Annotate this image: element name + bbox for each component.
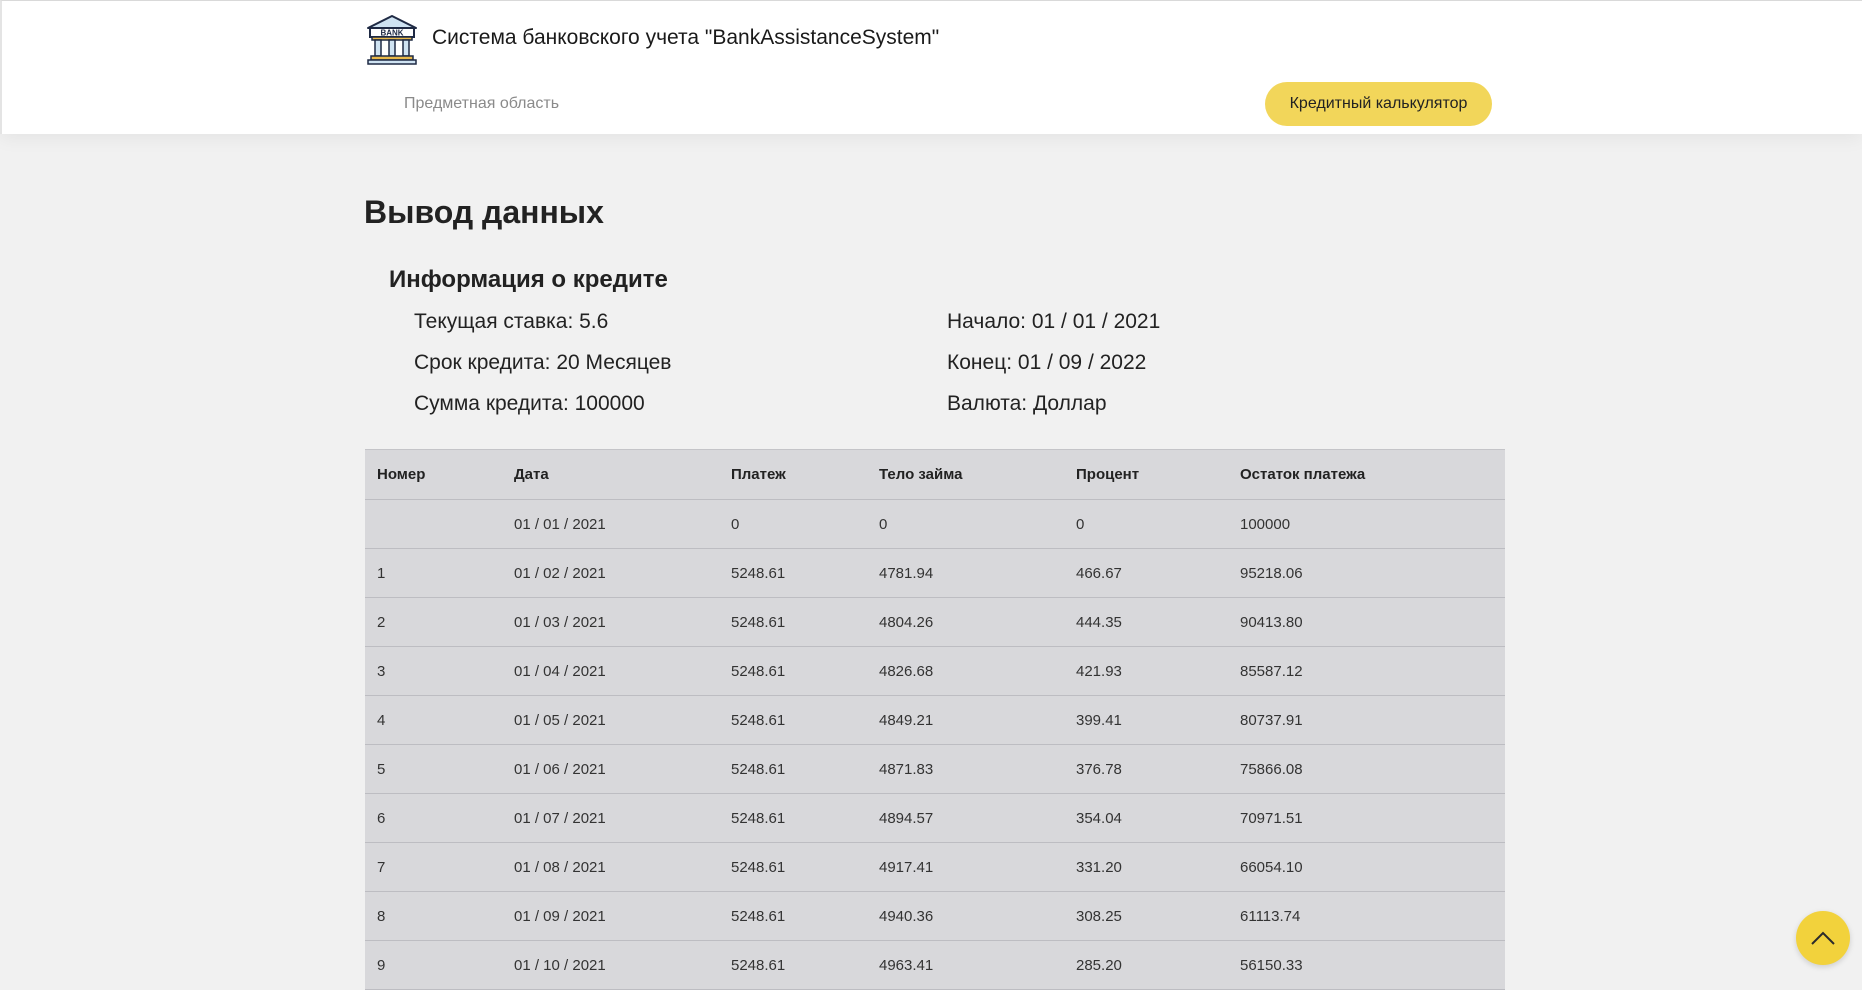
info-end: Конец: 01 / 09 / 2022 [947,351,1147,374]
header-number: Номер [365,449,502,500]
cell-remaining: 80737.91 [1228,695,1505,745]
table-row: 5 01 / 06 / 2021 5248.61 4871.83 376.78 75866… [365,744,1505,794]
info-rate: Текущая ставка: 5.6 [414,310,609,333]
page-title: Вывод данных [364,194,604,230]
cell-number: 8 [365,891,502,941]
cell-payment: 0 [719,499,867,549]
cell-number: 5 [365,744,502,794]
header-remaining: Остаток платежа [1228,449,1505,500]
cell-principal: 4826.68 [867,646,1064,696]
header-interest: Процент [1064,449,1228,500]
info-amount: Сумма кредита: 100000 [414,392,645,415]
cell-interest: 354.04 [1064,793,1228,843]
header-principal: Тело займа [867,449,1064,500]
cell-interest: 399.41 [1064,695,1228,745]
scroll-to-top-button[interactable] [1796,911,1850,965]
cell-interest: 421.93 [1064,646,1228,696]
cell-interest: 466.67 [1064,548,1228,598]
cell-remaining: 95218.06 [1228,548,1505,598]
cell-payment: 5248.61 [719,891,867,941]
cell-remaining: 70971.51 [1228,793,1505,843]
cell-principal: 4849.21 [867,695,1064,745]
cell-interest: 285.20 [1064,940,1228,990]
table-row: 2 01 / 03 / 2021 5248.61 4804.26 444.35 90413… [365,597,1505,647]
cell-number: 9 [365,940,502,990]
cell-date: 01 / 10 / 2021 [502,940,719,990]
logo-text: BANK [380,29,403,38]
cell-payment: 5248.61 [719,793,867,843]
info-currency: Валюта: Доллар [947,392,1107,415]
app-title: Система банковского учета "BankAssistanc… [432,26,940,49]
table-header-row: Номер Дата Платеж Тело займа Процент Ост… [365,449,1505,500]
cell-principal: 4804.26 [867,597,1064,647]
cell-remaining: 66054.10 [1228,842,1505,892]
cell-interest: 0 [1064,499,1228,549]
cell-date: 01 / 06 / 2021 [502,744,719,794]
cell-number: 3 [365,646,502,696]
nav-link-subject-area[interactable]: Предметная область [404,95,559,113]
credit-calculator-button[interactable]: Кредитный калькулятор [1265,82,1492,126]
cell-remaining: 56150.33 [1228,940,1505,990]
chevron-up-icon [1811,931,1835,945]
cell-principal: 4781.94 [867,548,1064,598]
cell-date: 01 / 09 / 2021 [502,891,719,941]
table-row: 4 01 / 05 / 2021 5248.61 4849.21 399.41 80737… [365,695,1505,745]
info-start: Начало: 01 / 01 / 2021 [947,310,1161,333]
cell-date: 01 / 08 / 2021 [502,842,719,892]
info-term: Срок кредита: 20 Месяцев [414,351,672,374]
cell-remaining: 85587.12 [1228,646,1505,696]
cell-principal: 4871.83 [867,744,1064,794]
cell-number [365,499,502,549]
header-date: Дата [502,449,719,500]
cell-remaining: 100000 [1228,499,1505,549]
header-payment: Платеж [719,449,867,500]
cell-payment: 5248.61 [719,646,867,696]
table-row: 8 01 / 09 / 2021 5248.61 4940.36 308.25 61113… [365,891,1505,941]
cell-date: 01 / 07 / 2021 [502,793,719,843]
cell-date: 01 / 03 / 2021 [502,597,719,647]
cell-principal: 4894.57 [867,793,1064,843]
cell-interest: 376.78 [1064,744,1228,794]
cell-payment: 5248.61 [719,597,867,647]
table-row: 01 / 01 / 2021 0 0 0 100000 [365,499,1505,549]
cell-payment: 5248.61 [719,842,867,892]
cell-principal: 0 [867,499,1064,549]
table-row: 7 01 / 08 / 2021 5248.61 4917.41 331.20 66054… [365,842,1505,892]
payment-schedule-table-wrap: Номер Дата Платеж Тело займа Процент Ост… [365,449,1505,990]
cell-date: 01 / 04 / 2021 [502,646,719,696]
table-row: 1 01 / 02 / 2021 5248.61 4781.94 466.67 95218… [365,548,1505,598]
cell-payment: 5248.61 [719,940,867,990]
table-row: 3 01 / 04 / 2021 5248.61 4826.68 421.93 85587… [365,646,1505,696]
table-row: 6 01 / 07 / 2021 5248.61 4894.57 354.04 70971… [365,793,1505,843]
cell-principal: 4940.36 [867,891,1064,941]
credit-info-title: Информация о кредите [389,266,668,293]
cell-date: 01 / 05 / 2021 [502,695,719,745]
table-row: 9 01 / 10 / 2021 5248.61 4963.41 285.20 56150… [365,940,1505,990]
table-body: 01 / 01 / 2021 0 0 0 100000 1 01 / 02 / 2021 52… [365,499,1505,990]
cell-remaining: 90413.80 [1228,597,1505,647]
cell-payment: 5248.61 [719,744,867,794]
cell-payment: 5248.61 [719,695,867,745]
cell-number: 6 [365,793,502,843]
cell-number: 7 [365,842,502,892]
cell-interest: 308.25 [1064,891,1228,941]
bank-logo-icon[interactable]: BANK [366,14,418,66]
cell-remaining: 61113.74 [1228,891,1505,941]
cell-number: 1 [365,548,502,598]
site-header: BANK Система банковского учета "BankAssi… [0,0,1862,134]
cell-number: 4 [365,695,502,745]
cell-interest: 331.20 [1064,842,1228,892]
cell-number: 2 [365,597,502,647]
cell-date: 01 / 01 / 2021 [502,499,719,549]
cell-date: 01 / 02 / 2021 [502,548,719,598]
cell-principal: 4963.41 [867,940,1064,990]
payment-schedule-table: Номер Дата Платеж Тело займа Процент Ост… [365,449,1505,990]
cell-interest: 444.35 [1064,597,1228,647]
cell-payment: 5248.61 [719,548,867,598]
cell-principal: 4917.41 [867,842,1064,892]
cell-remaining: 75866.08 [1228,744,1505,794]
